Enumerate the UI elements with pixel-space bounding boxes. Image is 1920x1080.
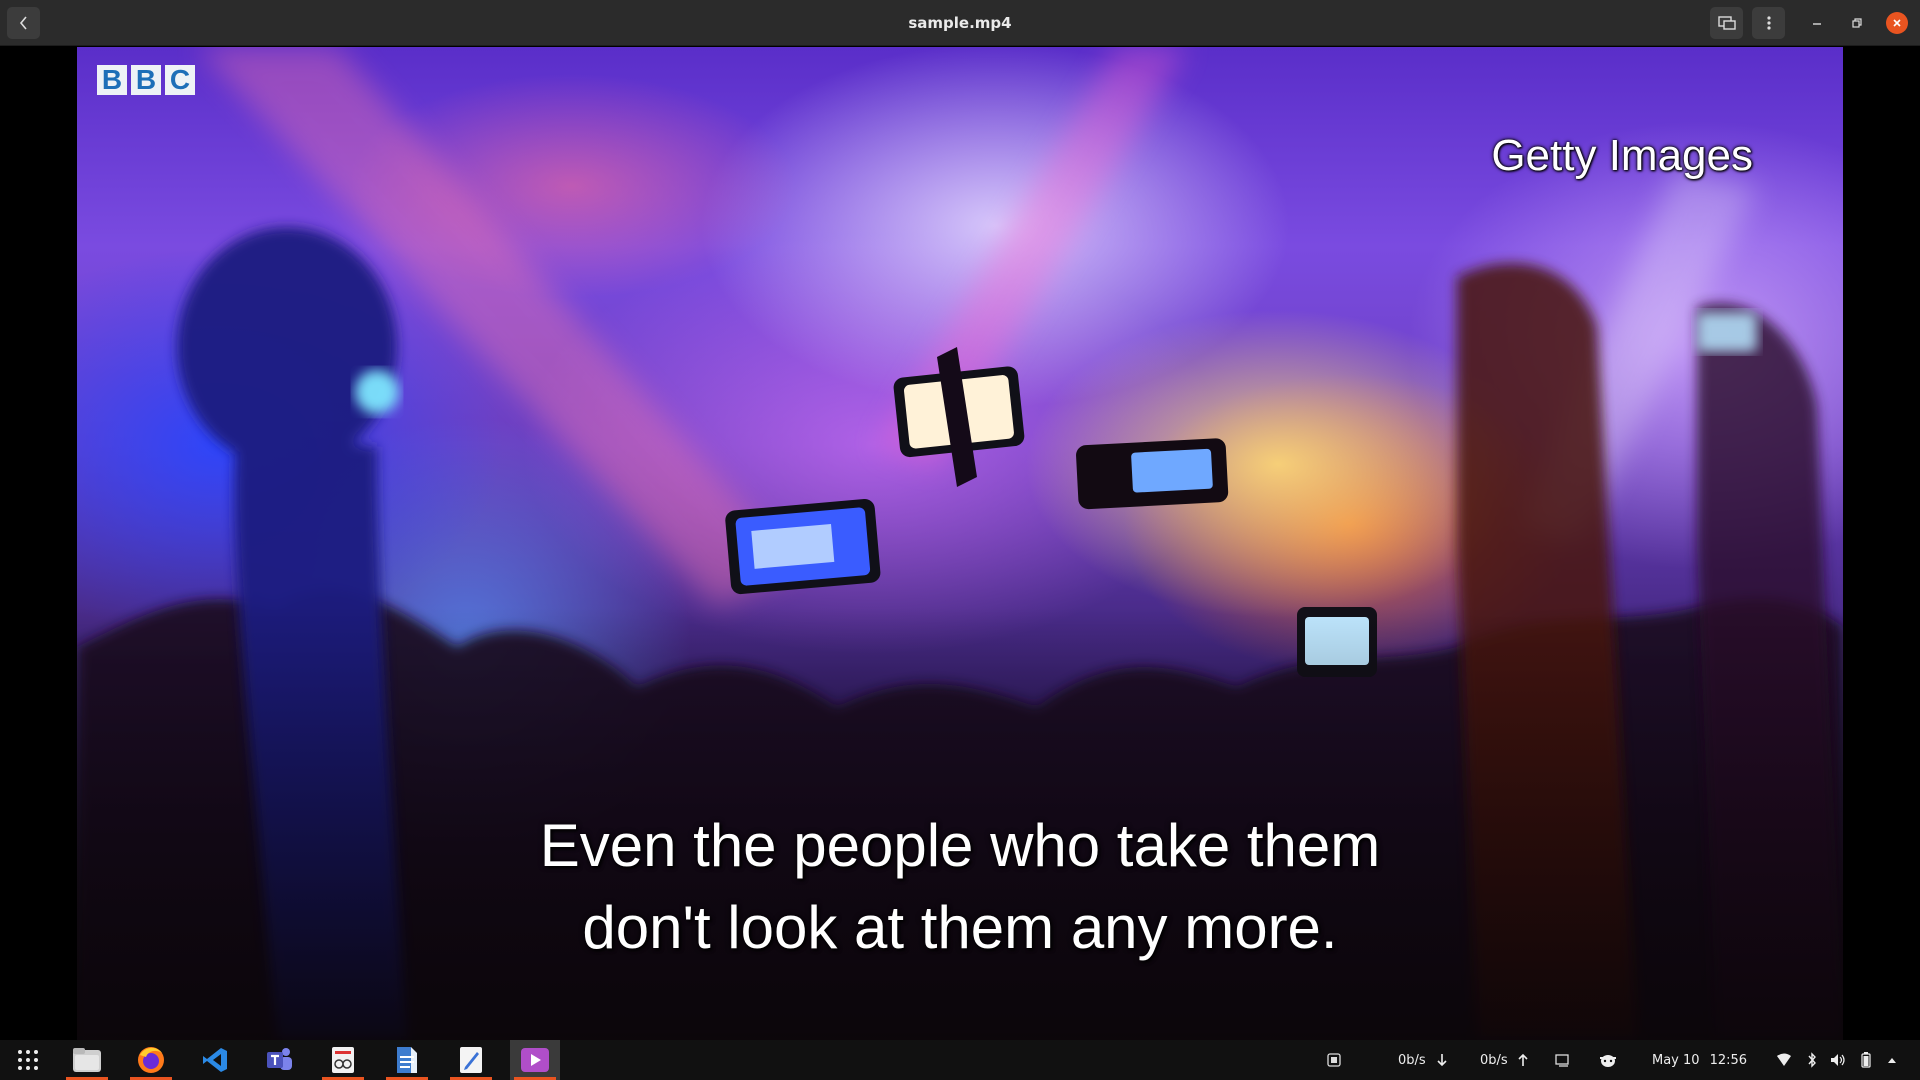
minimize-button[interactable] xyxy=(1806,12,1828,34)
taskbar: 0b/s 0b/s May 10 12:56 xyxy=(0,1040,1920,1080)
battery-tray-icon[interactable] xyxy=(1856,1040,1876,1080)
clock-date: May 10 xyxy=(1652,1052,1700,1068)
display-tray-icon[interactable] xyxy=(1553,1040,1573,1080)
tray-expand-button[interactable] xyxy=(1882,1040,1902,1080)
watermark-text: Getty Images xyxy=(1491,131,1753,180)
taskbar-item-writer[interactable] xyxy=(382,1040,432,1080)
notes-tray-icon[interactable] xyxy=(1598,1040,1618,1080)
display-icon xyxy=(1555,1054,1569,1067)
title-bar[interactable]: sample.mp4 xyxy=(0,0,1920,46)
writer-document-icon xyxy=(397,1047,417,1073)
download-arrow-icon xyxy=(1432,1040,1452,1080)
volume-icon xyxy=(1831,1054,1845,1066)
bluetooth-icon xyxy=(1808,1052,1816,1068)
upload-arrow-icon xyxy=(1513,1040,1533,1080)
text-editor-icon xyxy=(460,1047,482,1073)
maximize-button[interactable] xyxy=(1846,12,1868,34)
bbc-logo: B B C xyxy=(97,65,195,95)
app-grid-icon xyxy=(18,1050,38,1070)
pot-icon xyxy=(1600,1055,1616,1067)
logo-letter-b2: B xyxy=(131,65,161,95)
restore-icon xyxy=(1852,18,1862,28)
close-button[interactable] xyxy=(1886,12,1908,34)
clock[interactable]: May 10 12:56 xyxy=(1652,1040,1747,1080)
video-player-icon xyxy=(521,1048,549,1072)
teams-icon xyxy=(267,1048,292,1070)
taskbar-item-teams[interactable] xyxy=(254,1040,304,1080)
video-canvas[interactable]: B B C Getty Images Even the people who t… xyxy=(77,47,1843,1040)
wifi-tray-icon[interactable] xyxy=(1774,1040,1794,1080)
subtitle-line-2: don't look at them any more. xyxy=(582,894,1338,961)
chevron-up-icon xyxy=(1888,1058,1896,1063)
screenshot-tray-icon[interactable] xyxy=(1324,1040,1344,1080)
net-download-speed: 0b/s xyxy=(1398,1052,1426,1068)
minimize-icon xyxy=(1813,23,1821,25)
subtitle-caption: Even the people who take them don't look… xyxy=(77,805,1843,969)
subtitle-line-1: Even the people who take them xyxy=(539,812,1381,879)
document-viewer-icon xyxy=(332,1047,354,1073)
menu-button[interactable] xyxy=(1752,7,1785,39)
firefox-icon xyxy=(138,1047,164,1073)
taskbar-item-files[interactable] xyxy=(62,1040,112,1080)
window-title: sample.mp4 xyxy=(908,14,1012,32)
video-player-window: sample.mp4 B B C Getty Images Even the p… xyxy=(0,0,1920,1040)
close-icon xyxy=(1893,19,1901,27)
taskbar-item-text-editor[interactable] xyxy=(446,1040,496,1080)
battery-icon xyxy=(1861,1052,1871,1068)
taskbar-item-video-player[interactable] xyxy=(510,1040,560,1080)
bluetooth-tray-icon[interactable] xyxy=(1802,1040,1822,1080)
kebab-menu-icon xyxy=(1766,16,1771,30)
pip-icon xyxy=(1717,16,1736,30)
wifi-icon xyxy=(1777,1053,1791,1066)
logo-letter-b1: B xyxy=(97,65,127,95)
net-upload-speed: 0b/s xyxy=(1480,1052,1508,1068)
taskbar-item-vscode[interactable] xyxy=(190,1040,240,1080)
taskbar-item-document-viewer[interactable] xyxy=(318,1040,368,1080)
vscode-icon xyxy=(203,1048,227,1072)
picture-in-picture-button[interactable] xyxy=(1710,7,1743,39)
logo-letter-c: C xyxy=(165,65,195,95)
app-grid-button[interactable] xyxy=(3,1040,53,1080)
volume-tray-icon[interactable] xyxy=(1828,1040,1848,1080)
taskbar-item-firefox[interactable] xyxy=(126,1040,176,1080)
folder-icon xyxy=(73,1048,101,1072)
screenshot-icon xyxy=(1327,1053,1341,1067)
clock-time: 12:56 xyxy=(1709,1052,1748,1068)
